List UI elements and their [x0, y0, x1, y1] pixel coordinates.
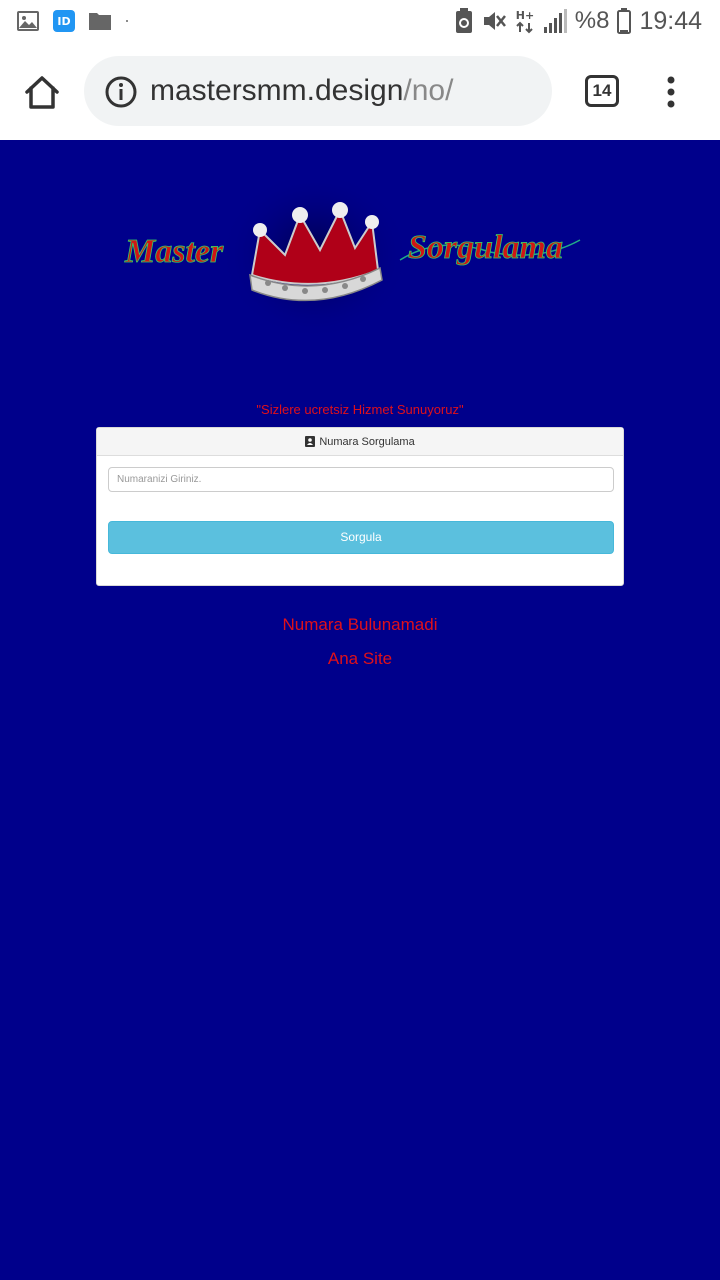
dot-icon	[126, 20, 128, 22]
query-panel: Numara Sorgulama Sorgula	[96, 427, 624, 586]
mute-icon	[483, 12, 506, 30]
url-host: mastersmm.design	[150, 74, 404, 107]
panel-title: Numara Sorgulama	[319, 435, 415, 448]
gallery-icon	[17, 11, 39, 31]
network-hplus-icon: H+	[516, 9, 534, 34]
home-icon[interactable]	[22, 72, 62, 112]
status-bar: ID H+ %8 19:44	[0, 0, 720, 42]
result-message: Numara Bulunamadi	[282, 615, 438, 634]
battery-saver-icon	[455, 8, 472, 33]
panel-header: Numara Sorgulama	[97, 428, 623, 456]
home-site-link[interactable]: Ana Site	[0, 649, 720, 669]
more-menu-icon[interactable]	[660, 72, 682, 112]
clock: 19:44	[639, 7, 702, 35]
battery-icon	[617, 8, 632, 34]
info-icon[interactable]	[104, 75, 138, 109]
address-bar[interactable]: mastersmm.design/no/	[84, 56, 552, 126]
svg-text:H+: H+	[516, 9, 534, 22]
app-icon: ID	[53, 10, 75, 32]
battery-percent: %8	[574, 7, 610, 34]
query-button[interactable]: Sorgula	[108, 521, 614, 554]
browser-toolbar: mastersmm.design/no/ 14	[0, 42, 720, 140]
url-path: /no/	[403, 74, 454, 107]
folder-icon	[89, 13, 111, 30]
contact-book-icon	[305, 436, 316, 447]
tagline: "Sizlere ucretsiz Hizmet Sunuyoruz"	[256, 402, 464, 417]
url-text[interactable]: mastersmm.design/no/	[150, 73, 453, 109]
site-logo: Master Sorgulama	[124, 180, 581, 340]
logo-word-left: Master	[124, 233, 224, 270]
phone-number-input[interactable]	[108, 467, 614, 492]
signal-icon	[543, 9, 567, 33]
tab-switcher-button[interactable]: 14	[585, 75, 619, 107]
svg-text:ID: ID	[57, 15, 70, 28]
logo-word-right: Sorgulama	[408, 229, 563, 266]
